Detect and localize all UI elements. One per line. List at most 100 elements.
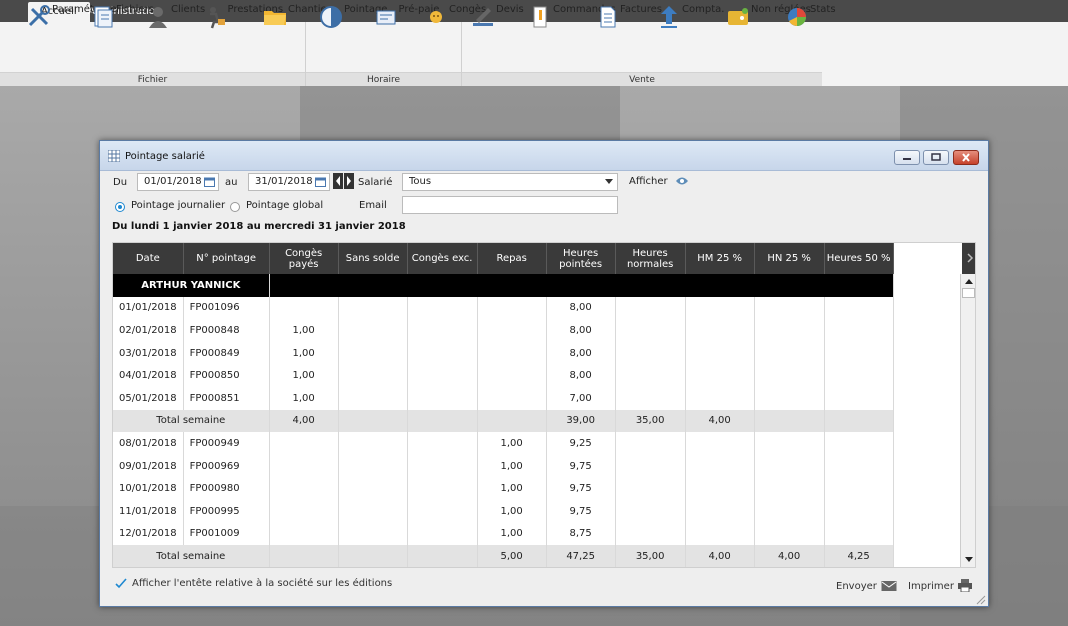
calendar-icon[interactable] bbox=[315, 177, 326, 187]
pointage-number-cell: FP000848 bbox=[183, 319, 270, 342]
date-from-value: 01/01/2018 bbox=[144, 176, 202, 187]
devis-button[interactable]: Devis bbox=[466, 4, 524, 36]
prestations-button[interactable]: Prestations bbox=[186, 4, 283, 36]
conges-button[interactable]: Congès bbox=[415, 4, 486, 36]
column-header-sans-solde[interactable]: Sans solde bbox=[338, 243, 408, 274]
clients-button[interactable]: Clients bbox=[139, 4, 205, 36]
table-row[interactable]: 04/01/2018 FP000850 1,00 8,00 bbox=[113, 364, 894, 387]
non-reglees-button[interactable]: Non réglées bbox=[706, 4, 811, 36]
table-cell bbox=[685, 499, 755, 523]
column-header-n-pointage[interactable]: N° pointage bbox=[183, 243, 270, 274]
pointage-button[interactable]: Pointage bbox=[309, 4, 387, 36]
scroll-up-icon[interactable] bbox=[964, 277, 974, 285]
window-title: Pointage salarié bbox=[125, 151, 205, 162]
table-cell bbox=[407, 545, 478, 567]
close-button[interactable] bbox=[953, 150, 979, 165]
table-body: ARTHUR YANNICK 01/01/2018 FP001096 8,00 02/… bbox=[113, 274, 894, 567]
table-cell bbox=[477, 296, 547, 320]
eye-icon[interactable] bbox=[675, 176, 689, 186]
table-row[interactable]: 10/01/2018 FP000980 1,00 9,75 bbox=[113, 477, 894, 500]
scrollbar-thumb[interactable] bbox=[962, 288, 975, 298]
table-cell bbox=[685, 296, 755, 320]
calendar-icon[interactable] bbox=[204, 177, 215, 187]
column-header-conges-payes[interactable]: Congès payés bbox=[269, 243, 339, 274]
pointage-number-cell: FP000949 bbox=[183, 432, 270, 455]
week-total-row[interactable]: Total semaine 5,00 47,25 35,00 4,00 4,00 4,25 bbox=[113, 545, 894, 567]
table-cell bbox=[407, 454, 478, 478]
scroll-header-right[interactable] bbox=[962, 243, 975, 274]
group-fichier: Fichier bbox=[0, 72, 305, 86]
table-row[interactable]: 01/01/2018 FP001096 8,00 bbox=[113, 296, 894, 320]
column-header-hn-25[interactable]: HN 25 % bbox=[754, 243, 825, 274]
table-row[interactable]: 11/01/2018 FP000995 1,00 9,75 bbox=[113, 499, 894, 523]
table-cell bbox=[477, 341, 547, 365]
invoice-icon bbox=[600, 6, 616, 28]
table-cell bbox=[824, 319, 894, 342]
table-cell bbox=[685, 364, 755, 387]
printer-icon[interactable] bbox=[958, 579, 972, 592]
minimize-icon bbox=[903, 158, 911, 160]
table-cell bbox=[338, 409, 408, 433]
table-row[interactable]: 12/01/2018 FP001009 1,00 8,75 bbox=[113, 522, 894, 546]
table-row[interactable]: 09/01/2018 FP000969 1,00 9,75 bbox=[113, 454, 894, 478]
stats-button[interactable]: Stats bbox=[782, 4, 836, 36]
documents-icon bbox=[94, 6, 113, 28]
chantiers-button[interactable]: Chantiers bbox=[249, 4, 336, 36]
column-header-heures-normales[interactable]: Heures normales bbox=[615, 243, 686, 274]
table-row[interactable]: 05/01/2018 FP000851 1,00 7,00 bbox=[113, 386, 894, 410]
maximize-button[interactable] bbox=[923, 150, 949, 165]
date-to-input[interactable]: 31/01/2018 bbox=[248, 173, 330, 191]
fichiers-button[interactable]: Fichiers bbox=[82, 4, 154, 36]
table-cell bbox=[754, 499, 825, 523]
next-period-button[interactable] bbox=[344, 173, 354, 189]
table-cell bbox=[615, 499, 686, 523]
group-vente: Vente bbox=[462, 72, 822, 86]
employee-group-row[interactable]: ARTHUR YANNICK bbox=[113, 274, 894, 297]
previous-period-button[interactable] bbox=[333, 173, 343, 189]
table-cell bbox=[615, 454, 686, 478]
column-header-heures-pointees[interactable]: Heures pointées bbox=[546, 243, 616, 274]
table-row[interactable]: 08/01/2018 FP000949 1,00 9,25 bbox=[113, 432, 894, 455]
date-cell: 12/01/2018 bbox=[113, 522, 184, 546]
employee-name: ARTHUR YANNICK bbox=[113, 274, 270, 297]
column-header-date[interactable]: Date bbox=[113, 243, 184, 274]
radio-global-label: Pointage global bbox=[246, 200, 324, 211]
resize-grip-icon[interactable] bbox=[974, 593, 986, 605]
table-row[interactable]: 02/01/2018 FP000848 1,00 8,00 bbox=[113, 319, 894, 342]
table-cell bbox=[407, 409, 478, 433]
envoyer-button[interactable]: Envoyer bbox=[836, 581, 877, 592]
commandes-button[interactable]: Commandes bbox=[508, 4, 616, 36]
week-total-row[interactable]: Total semaine 4,00 39,00 35,00 4,00 bbox=[113, 409, 894, 433]
pre-paie-button[interactable]: Pré-paie bbox=[363, 4, 439, 36]
factures-button[interactable]: Factures bbox=[584, 4, 662, 36]
du-label: Du bbox=[113, 177, 128, 188]
pen-icon bbox=[473, 8, 493, 26]
imprimer-button[interactable]: Imprimer bbox=[908, 581, 954, 592]
table-cell bbox=[407, 499, 478, 523]
column-header-repas[interactable]: Repas bbox=[477, 243, 547, 274]
date-cell: 04/01/2018 bbox=[113, 364, 184, 387]
window-titlebar[interactable]: Pointage salarié bbox=[100, 141, 988, 171]
column-header-hm-25[interactable]: HM 25 % bbox=[685, 243, 755, 274]
column-header-conges-exc[interactable]: Congès exc. bbox=[407, 243, 478, 274]
minimize-button[interactable] bbox=[894, 150, 920, 165]
column-header-heures-50[interactable]: Heures 50 % bbox=[824, 243, 894, 274]
compta-button[interactable]: Compta. bbox=[646, 4, 724, 36]
afficher-button[interactable]: Afficher bbox=[629, 176, 668, 187]
checkbox-entete[interactable] bbox=[115, 578, 127, 589]
vertical-scrollbar[interactable] bbox=[960, 274, 975, 567]
date-cell: 02/01/2018 bbox=[113, 319, 184, 342]
table-cell: 1,00 bbox=[477, 477, 547, 500]
radio-pointage-global[interactable] bbox=[230, 202, 240, 212]
parametrage-button[interactable]: Paramétrage bbox=[6, 4, 117, 36]
radio-pointage-journalier[interactable] bbox=[115, 202, 125, 212]
table-row[interactable]: 03/01/2018 FP000849 1,00 8,00 bbox=[113, 341, 894, 365]
pointage-number-cell: FP000969 bbox=[183, 454, 270, 478]
salarie-select[interactable]: Tous bbox=[402, 173, 618, 191]
email-input[interactable] bbox=[402, 196, 618, 214]
chevron-right-icon bbox=[967, 253, 974, 263]
scroll-down-icon[interactable] bbox=[964, 556, 974, 564]
table-cell bbox=[477, 409, 547, 433]
envelope-icon[interactable] bbox=[881, 579, 897, 592]
date-from-input[interactable]: 01/01/2018 bbox=[137, 173, 219, 191]
